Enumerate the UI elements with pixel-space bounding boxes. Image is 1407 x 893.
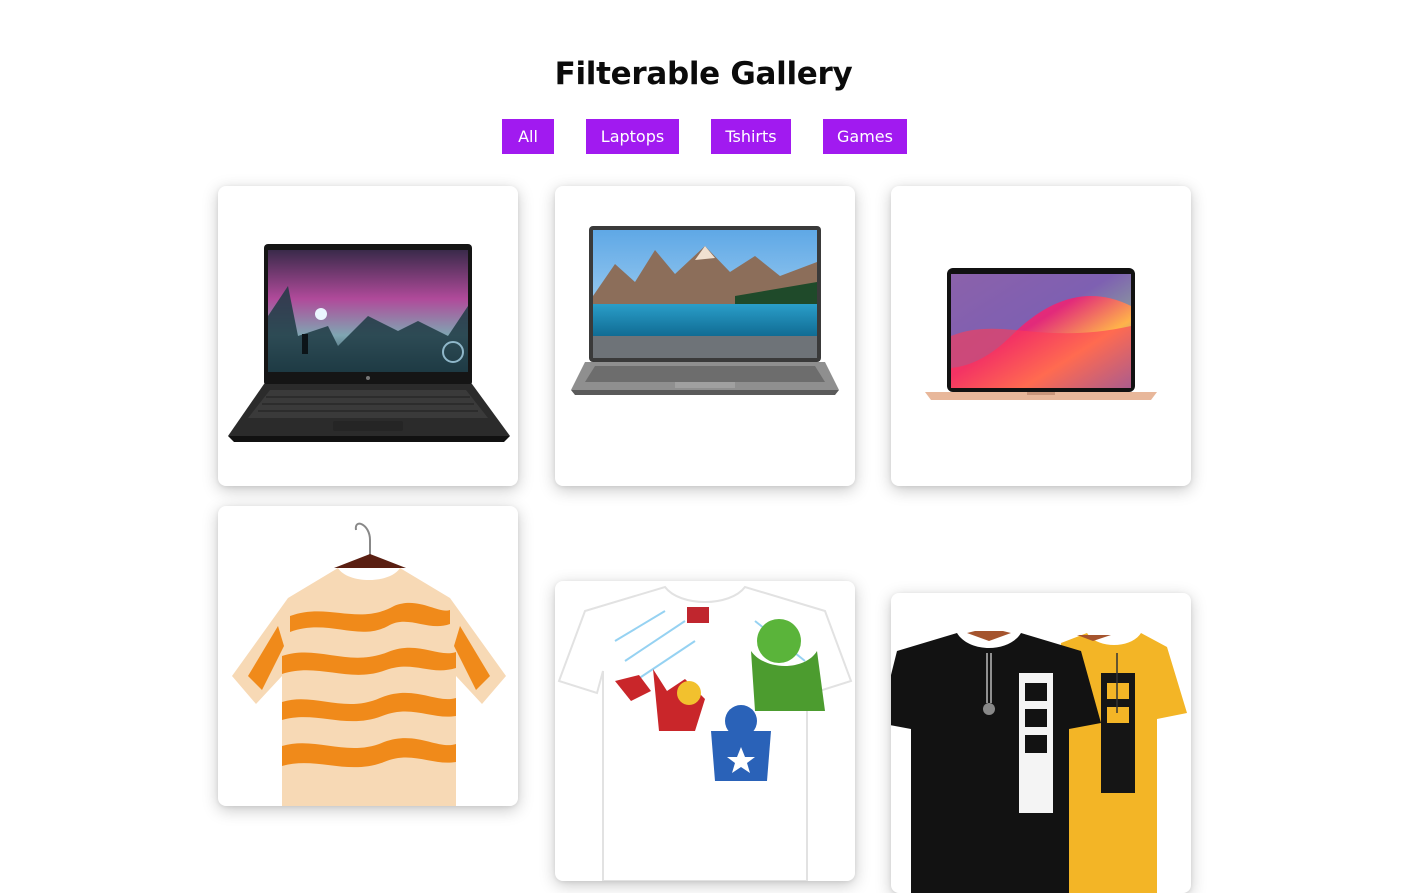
gallery-item-avengers-tshirt[interactable] <box>555 581 855 881</box>
filter-button-tshirts[interactable]: Tshirts <box>711 119 791 154</box>
black-yellow-tshirts-image <box>891 631 1187 893</box>
zebra-print-tshirt-image <box>232 522 506 806</box>
gallery-item-macbook[interactable] <box>891 186 1191 486</box>
filter-button-laptops[interactable]: Laptops <box>586 119 679 154</box>
gallery-item-black-yellow-tshirts[interactable] <box>891 593 1191 893</box>
gaming-laptop-image <box>228 244 510 442</box>
filter-button-all[interactable]: All <box>502 119 554 154</box>
gallery-item-gaming-laptop[interactable] <box>218 186 518 486</box>
filter-button-games[interactable]: Games <box>823 119 907 154</box>
macbook-image <box>925 268 1157 400</box>
avengers-tshirt-image <box>557 585 853 881</box>
gallery-item-zebra-tshirt[interactable] <box>218 506 518 806</box>
laptop-lake-image <box>571 226 839 395</box>
gallery-item-laptop-lake[interactable] <box>555 186 855 486</box>
page-title: Filterable Gallery <box>554 56 853 92</box>
